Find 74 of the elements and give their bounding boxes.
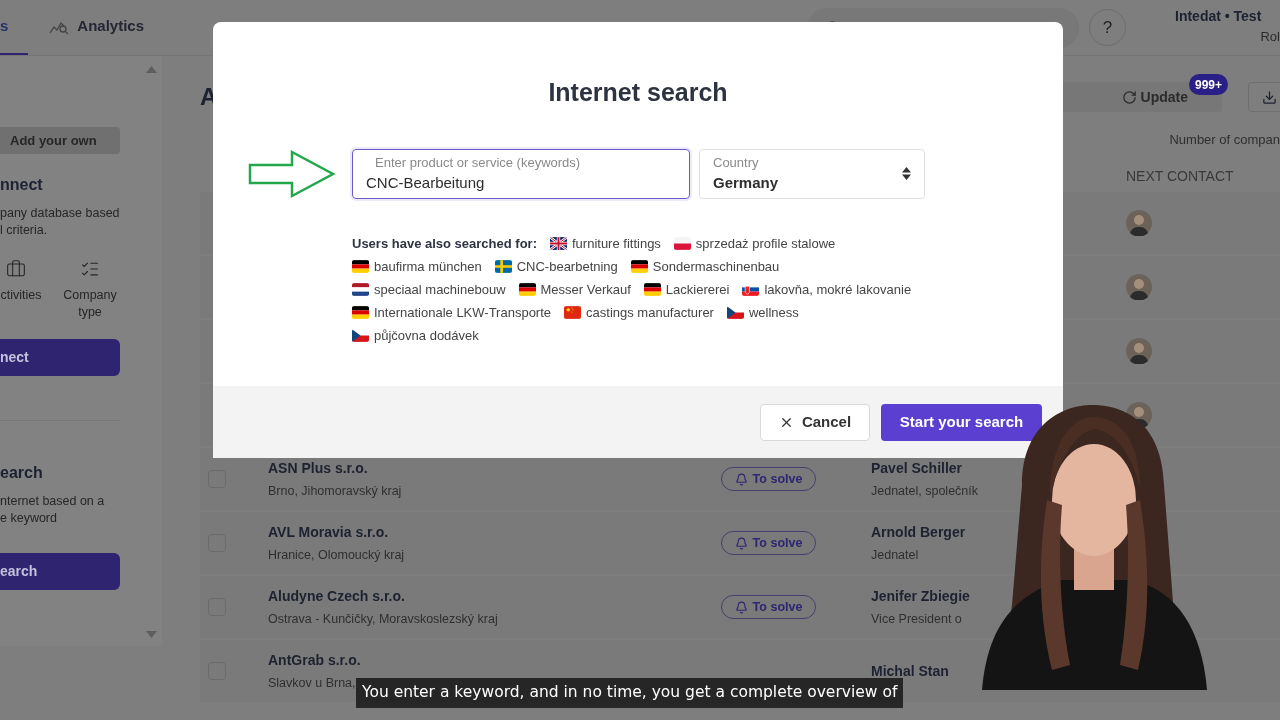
column-header: NEXT CONTACT <box>1126 166 1235 186</box>
scroll-down-icon[interactable] <box>145 631 157 638</box>
suggestions-label: Users have also searched for: <box>352 234 537 252</box>
briefcase-icon <box>6 259 26 279</box>
dialog-title: Internet search <box>547 77 729 108</box>
country-select[interactable]: Country Germany <box>699 148 925 199</box>
flag-icon <box>643 282 661 296</box>
scroll-up-icon[interactable] <box>145 66 157 73</box>
company-count-label: Number of compan <box>1169 131 1280 148</box>
refresh-icon <box>1121 89 1137 105</box>
flag-icon <box>352 259 369 273</box>
suggestion-link[interactable]: sprzedaż profile stalowe <box>673 234 836 252</box>
subtitle-caption: You enter a keyword, and in no time, you get a complete overview of <box>356 678 904 708</box>
company-location: Ostrava - Kunčičky, Moravskoslezský kraj <box>268 610 498 628</box>
contact-role: Jednatel <box>871 546 919 564</box>
bell-icon <box>734 472 748 486</box>
suggestion-link[interactable]: lakovňa, mokré lakovanie <box>742 280 912 298</box>
contact-name: Jenifer Zbiegie <box>871 586 970 606</box>
flag-icon <box>564 305 582 319</box>
count-badge: 999+ <box>1188 74 1228 95</box>
suggestion-link[interactable]: Lackiererei <box>643 280 730 298</box>
company-location: Slavkov u Brna, <box>268 674 356 692</box>
suggestion-link[interactable]: Internationale LKW-Transporte <box>352 303 552 321</box>
suggestion-link[interactable]: CNC-bearbetning <box>494 257 618 275</box>
cancel-button[interactable]: Cancel <box>760 403 870 441</box>
contact-name: Michal Stan <box>871 661 949 681</box>
section-button[interactable]: nect <box>0 339 120 376</box>
company-name: AVL Moravia s.r.o. <box>268 522 389 542</box>
bell-icon <box>734 536 748 550</box>
suggestion-link[interactable]: Sondermaschinenbau <box>630 257 780 275</box>
flag-icon <box>550 236 567 250</box>
flag-icon <box>726 305 744 319</box>
company-location: Brno, Jihomoravský kraj <box>268 482 402 500</box>
account-name: Intedat • Test <box>1175 7 1262 26</box>
flag-icon <box>673 236 691 250</box>
section-heading: earch <box>0 463 43 483</box>
section-description: pany database based <box>0 205 120 222</box>
keyword-field[interactable]: Enter product or service (keywords) CNC-Bearbeitung <box>352 148 690 199</box>
flag-icon <box>518 282 536 296</box>
account-role: Rol <box>1260 28 1280 46</box>
suggestion-link[interactable]: půjčovna dodávek <box>352 326 479 344</box>
suggestion-link[interactable]: castings manufacturer <box>564 303 714 321</box>
start-search-button[interactable]: Start your search <box>881 403 1042 441</box>
filter-option[interactable]: ctivities <box>0 259 42 304</box>
section-description: e keyword <box>0 510 58 527</box>
section-description: l criteria. <box>0 222 49 239</box>
flag-icon <box>494 259 512 273</box>
company-name: AntGrab s.r.o. <box>268 650 361 670</box>
filter-option[interactable]: Company type <box>55 259 125 321</box>
company-location: Hranice, Olomoucký kraj <box>268 546 405 564</box>
flag-icon <box>352 328 369 342</box>
contact-name: Pavel Schiller <box>871 458 963 478</box>
suggestion-link[interactable]: Messer Verkauf <box>518 280 631 298</box>
suggestion-link[interactable]: speciaal machinebouw <box>352 280 506 298</box>
suggestion-link[interactable]: wellness <box>726 303 799 321</box>
download-icon <box>1261 89 1277 105</box>
contact-name: Arnold Berger <box>871 522 966 542</box>
suggestion-link[interactable]: furniture fittings <box>550 234 661 252</box>
flag-icon <box>352 282 369 296</box>
company-name: Aludyne Czech s.r.o. <box>268 586 405 606</box>
sort-caret-icon <box>902 167 911 180</box>
arrow-icon <box>248 148 336 199</box>
company-name: ASN Plus s.r.o. <box>268 458 368 478</box>
flag-icon <box>352 305 369 319</box>
bell-icon <box>734 600 748 614</box>
flag-icon <box>630 259 648 273</box>
section-heading: nnect <box>0 175 43 195</box>
section-description: nternet based on a <box>0 493 105 510</box>
contact-role: Jednatel, společník <box>871 482 978 500</box>
section-button[interactable]: earch <box>0 553 120 590</box>
nav-tab[interactable]: Analytics <box>49 0 165 55</box>
suggestion-link[interactable]: baufirma münchen <box>352 257 482 275</box>
download-button[interactable] <box>1248 82 1280 112</box>
contact-role: Vice President o <box>871 610 962 628</box>
